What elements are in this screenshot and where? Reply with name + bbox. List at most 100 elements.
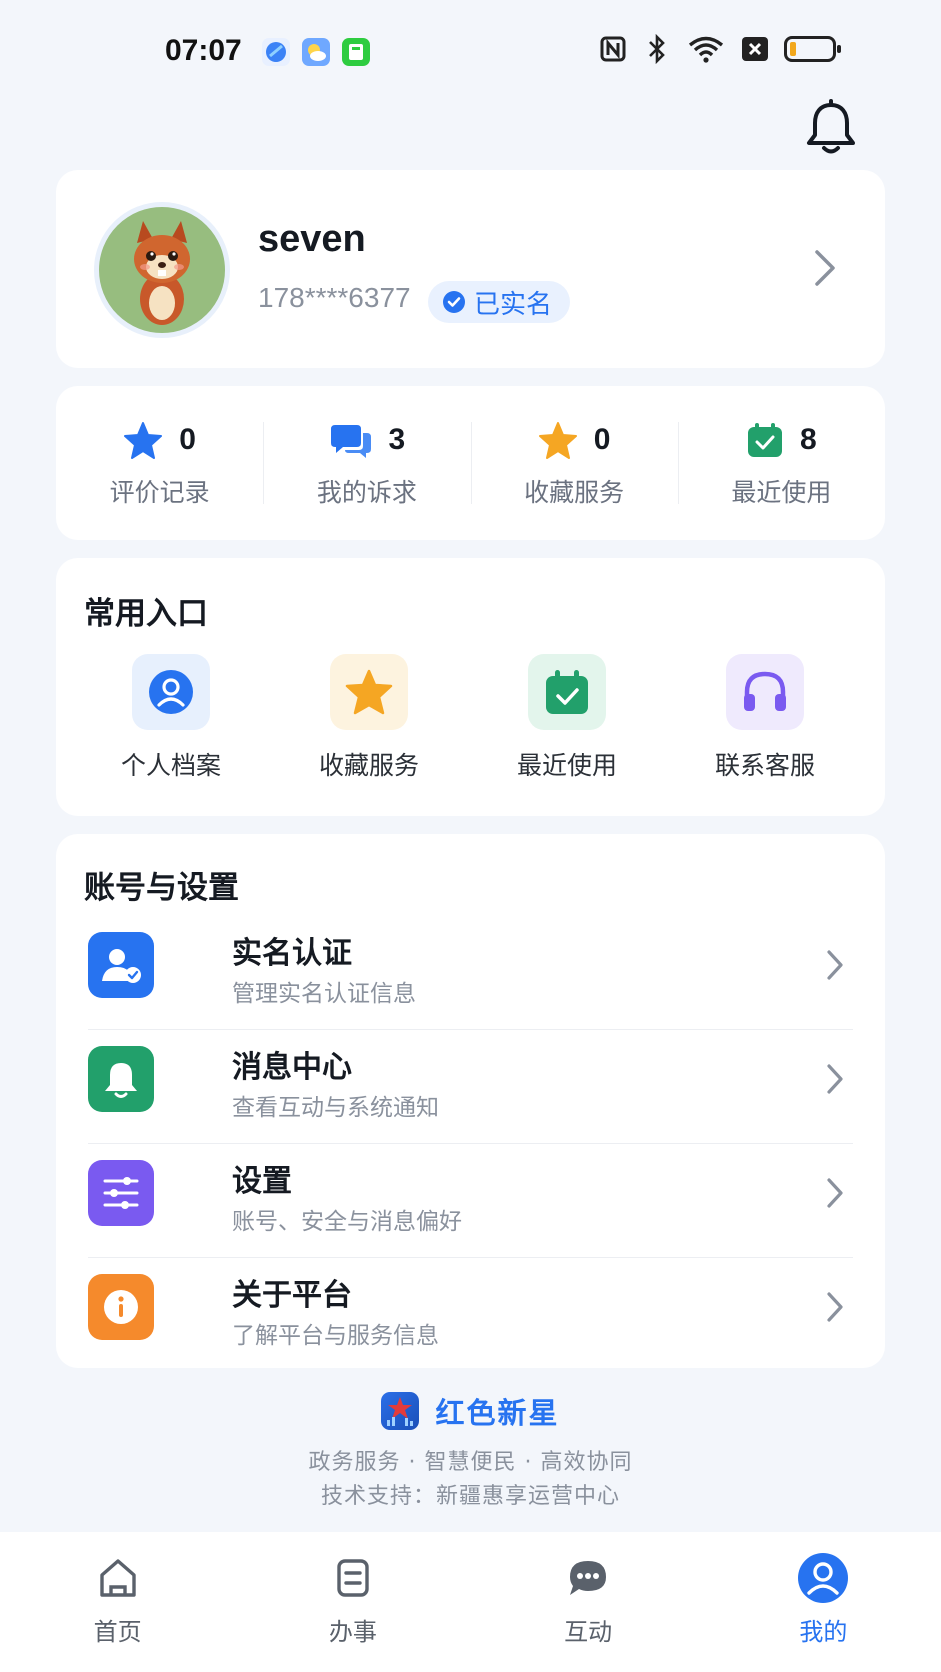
setting-subtitle: 管理实名认证信息 bbox=[232, 981, 416, 1007]
status-time: 07:07 bbox=[165, 34, 242, 67]
setting-title: 设置 bbox=[232, 1164, 292, 1199]
entries-row: 个人档案 收藏服务 最近使用 联系客服 bbox=[56, 654, 885, 782]
id-verify-icon bbox=[102, 949, 141, 983]
star-icon bbox=[345, 669, 393, 715]
section-title: 账号与设置 bbox=[84, 870, 239, 906]
status-bar: 07:07 bbox=[0, 0, 941, 100]
brand-tagline: 政务服务 · 智慧便民 · 高效协同 bbox=[308, 1450, 633, 1475]
stat-count: 0 bbox=[593, 423, 611, 456]
calendar-check-icon bbox=[748, 423, 783, 457]
calculator-app-icon bbox=[342, 38, 370, 66]
setting-icon-bg bbox=[88, 1046, 154, 1112]
verified-label: 已实名 bbox=[474, 289, 553, 320]
setting-title: 关于平台 bbox=[232, 1278, 352, 1313]
bell-icon bbox=[105, 1063, 137, 1098]
battery-icon bbox=[784, 36, 841, 62]
avatar[interactable] bbox=[94, 202, 230, 338]
squirrel-avatar-icon bbox=[134, 221, 190, 325]
tab-label: 首页 bbox=[93, 1618, 142, 1646]
headset-icon bbox=[744, 671, 786, 711]
entry-icon-bg bbox=[330, 654, 408, 730]
setting-icon-bg bbox=[88, 1274, 154, 1340]
account-settings-card: 账号与设置 实名认证 管理实名认证信息 消息中心 查看互动与系统通知 设置 账号… bbox=[56, 834, 885, 1368]
person-icon bbox=[149, 670, 193, 714]
chevron-right-icon bbox=[825, 1176, 845, 1214]
entry-contact-support[interactable]: 联系客服 bbox=[666, 654, 864, 782]
brand: 红色新星 bbox=[0, 1390, 941, 1432]
no-sim-icon bbox=[740, 34, 770, 64]
setting-real-name-auth[interactable]: 实名认证 管理实名认证信息 bbox=[88, 916, 853, 1030]
setting-icon-bg bbox=[88, 932, 154, 998]
entry-personal-profile[interactable]: 个人档案 bbox=[72, 654, 270, 782]
check-circle-icon bbox=[443, 291, 465, 313]
stats-card: 0 评价记录 3 我的诉求 0 收藏服务 8 最近使用 bbox=[56, 386, 885, 540]
home-icon bbox=[92, 1552, 144, 1604]
nfc-icon bbox=[598, 34, 628, 64]
chevron-right-icon bbox=[825, 1290, 845, 1328]
common-entries-card: 常用入口 个人档案 收藏服务 最近使用 联系客服 bbox=[56, 558, 885, 816]
setting-icon-bg bbox=[88, 1160, 154, 1226]
star-icon bbox=[124, 422, 163, 459]
bluetooth-icon bbox=[642, 34, 672, 64]
sliders-icon bbox=[103, 1177, 139, 1209]
bell-icon bbox=[807, 99, 855, 154]
browser-app-icon bbox=[262, 38, 290, 66]
username: seven bbox=[258, 218, 366, 260]
stat-favorite-services[interactable]: 0 收藏服务 bbox=[470, 386, 678, 540]
entry-icon-bg bbox=[132, 654, 210, 730]
chevron-right-icon bbox=[825, 1062, 845, 1100]
weather-app-icon bbox=[302, 38, 330, 66]
brand-logo-icon bbox=[381, 1392, 420, 1430]
setting-settings[interactable]: 设置 账号、安全与消息偏好 bbox=[88, 1144, 853, 1258]
tab-interaction[interactable]: 互动 bbox=[471, 1532, 706, 1672]
tab-services[interactable]: 办事 bbox=[235, 1532, 470, 1672]
chat-icon bbox=[562, 1552, 614, 1604]
setting-subtitle: 了解平台与服务信息 bbox=[232, 1323, 439, 1349]
tab-label: 我的 bbox=[799, 1618, 848, 1646]
setting-subtitle: 账号、安全与消息偏好 bbox=[232, 1209, 462, 1235]
entry-label: 收藏服务 bbox=[318, 751, 419, 780]
setting-title: 消息中心 bbox=[232, 1050, 352, 1085]
tab-label: 互动 bbox=[564, 1618, 613, 1646]
notification-bell-button[interactable] bbox=[800, 96, 862, 158]
stat-label: 评价记录 bbox=[109, 478, 210, 507]
chat-bubbles-icon bbox=[330, 425, 371, 458]
stat-count: 8 bbox=[800, 423, 817, 456]
stat-label: 收藏服务 bbox=[524, 478, 625, 507]
stat-label: 最近使用 bbox=[731, 478, 832, 507]
user-icon bbox=[797, 1552, 849, 1604]
stat-my-requests[interactable]: 3 我的诉求 bbox=[263, 386, 470, 540]
entry-icon-bg bbox=[528, 654, 606, 730]
tab-label: 办事 bbox=[328, 1618, 377, 1646]
tab-mine[interactable]: 我的 bbox=[706, 1532, 941, 1672]
chevron-right-icon bbox=[825, 948, 845, 986]
stat-label: 我的诉求 bbox=[316, 478, 417, 507]
stat-count: 3 bbox=[388, 423, 406, 456]
brand-name: 红色新星 bbox=[435, 1396, 560, 1430]
entry-favorite-services[interactable]: 收藏服务 bbox=[270, 654, 468, 782]
entry-recent-use[interactable]: 最近使用 bbox=[468, 654, 666, 782]
entry-label: 联系客服 bbox=[714, 751, 815, 780]
setting-title: 实名认证 bbox=[232, 936, 352, 971]
star-icon bbox=[538, 422, 577, 459]
setting-subtitle: 查看互动与系统通知 bbox=[232, 1095, 439, 1121]
document-icon bbox=[327, 1552, 379, 1604]
verified-badge: 已实名 bbox=[428, 281, 571, 323]
entry-label: 个人档案 bbox=[120, 751, 221, 780]
setting-about-platform[interactable]: 关于平台 了解平台与服务信息 bbox=[88, 1258, 853, 1372]
chevron-right-icon bbox=[813, 248, 837, 292]
tab-home[interactable]: 首页 bbox=[0, 1532, 235, 1672]
phone-number: 178****6377 bbox=[258, 282, 411, 313]
tab-bar: 首页 办事 互动 我的 bbox=[0, 1532, 941, 1672]
entry-icon-bg bbox=[726, 654, 804, 730]
stat-review-records[interactable]: 0 评价记录 bbox=[56, 386, 263, 540]
entry-label: 最近使用 bbox=[516, 751, 617, 780]
setting-message-center[interactable]: 消息中心 查看互动与系统通知 bbox=[88, 1030, 853, 1144]
stat-recent-use[interactable]: 8 最近使用 bbox=[677, 386, 885, 540]
profile-card[interactable]: seven 178****6377 已实名 bbox=[56, 170, 885, 368]
wifi-icon bbox=[686, 34, 726, 64]
section-title: 常用入口 bbox=[84, 596, 208, 632]
status-icons bbox=[598, 34, 841, 64]
calendar-check-icon bbox=[546, 670, 588, 714]
stat-count: 0 bbox=[179, 423, 196, 456]
